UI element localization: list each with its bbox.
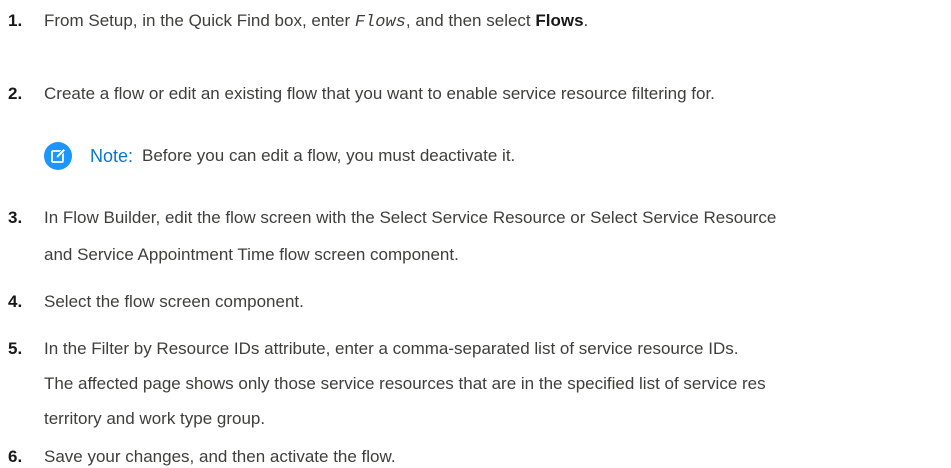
step-text: In the Filter by Resource IDs attribute,… <box>44 339 739 358</box>
step-text: Save your changes, and then activate the… <box>44 447 396 466</box>
note-text: Before you can edit a flow, you must dea… <box>142 146 516 165</box>
step-text-part: . <box>583 11 589 30</box>
step-text: Create a flow or edit an existing flow t… <box>44 84 715 103</box>
step-text: and Service Appointment Time flow screen… <box>44 245 459 264</box>
paragraph-text: The affected page shows only those servi… <box>44 374 766 393</box>
ui-term: Flows <box>535 11 584 30</box>
note-label: Note: <box>90 146 134 166</box>
step-number: 1. <box>8 11 23 30</box>
step-text: From Setup, in the Quick Find box, enter… <box>44 11 588 33</box>
paragraph-text: territory and work type group. <box>44 409 266 428</box>
step-number: 5. <box>8 339 23 358</box>
step-text-part: , and then select <box>405 11 536 30</box>
step-text: In Flow Builder, edit the flow screen wi… <box>44 208 777 227</box>
step-number: 2. <box>8 84 23 103</box>
step-number: 4. <box>8 292 23 311</box>
inline-code: Flows <box>354 13 406 32</box>
edit-note-icon <box>44 142 72 170</box>
step-number: 6. <box>8 447 23 466</box>
step-number: 3. <box>8 208 23 227</box>
step-text: Select the flow screen component. <box>44 292 304 311</box>
step-text-part: From Setup, in the Quick Find box, enter <box>44 11 355 30</box>
